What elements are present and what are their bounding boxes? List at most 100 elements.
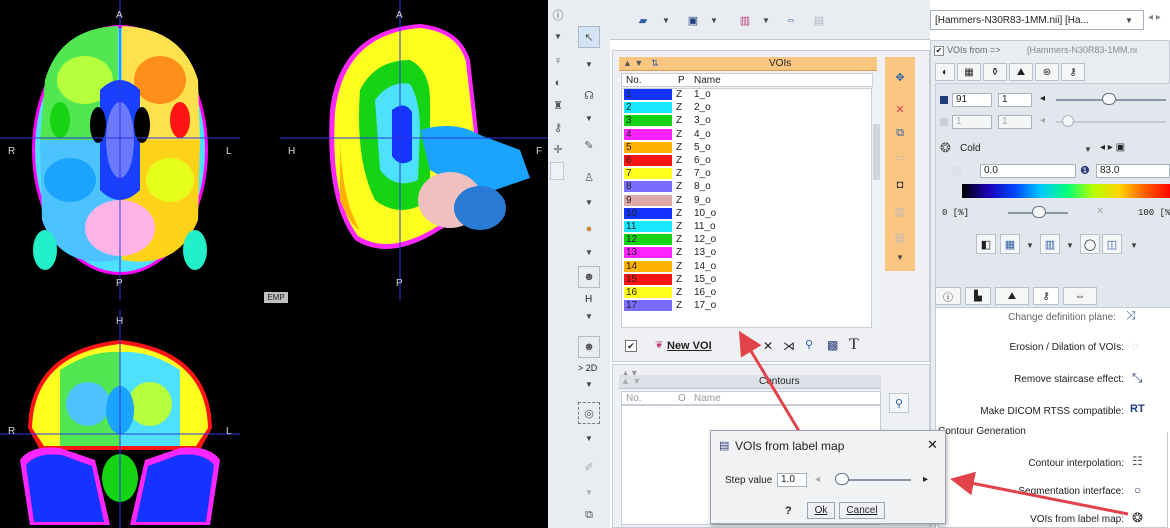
cancel-button[interactable]: Cancel [839,502,885,519]
tab-contrast[interactable]: ◐ [935,63,955,81]
collapse-icon[interactable]: ▲ ▼ [623,58,643,68]
min-value-field[interactable]: 0.0 [980,164,1076,178]
dataset-select[interactable]: [Hammers-N30R83-1MM.nii] [Ha... ▼ [930,10,1144,30]
slider-thumb[interactable] [1102,93,1116,105]
tab-histogram[interactable]: ▙ [965,287,991,305]
col-name[interactable]: Name [694,75,721,86]
colormap-label[interactable]: Cold [960,143,981,154]
tab-group[interactable]: ⊛ [1035,63,1059,81]
cube-icon[interactable]: ⧉ [578,504,600,526]
table-row[interactable]: 3 Z 3_o [622,115,872,127]
chevron-down-icon[interactable]: ▼ [896,253,904,262]
new-voi-button[interactable]: New VOI [667,340,712,352]
target-icon[interactable]: ◎ [578,402,600,424]
step-value-field[interactable]: 1.0 [777,473,807,487]
brain-2d-icon[interactable]: ☻ [578,336,600,358]
chevron-down-icon[interactable]: ▼ [585,312,593,321]
col-no[interactable]: No. [626,393,642,404]
table-row[interactable]: 9 Z 9_o [622,194,872,207]
roi-icon[interactable]: ⚲ [889,393,909,413]
chevron-down-icon[interactable]: ▼ [585,488,593,497]
voi-icon[interactable]: ⚲ [805,338,813,351]
segmentation-icon[interactable]: ○ [1134,483,1141,497]
coronal-view[interactable]: H R L [0,310,240,528]
voi-scrollbar[interactable] [871,88,881,328]
table-icon[interactable]: ▤ [808,9,830,31]
chevron-down-icon[interactable]: ▼ [710,16,718,25]
tab-level[interactable]: ⚱ [983,63,1007,81]
chevron-down-icon[interactable]: ▼ [585,434,593,443]
slider-thumb[interactable] [1062,115,1074,127]
table-row[interactable]: 10 Z 10_o [622,207,872,220]
table-row[interactable]: 6 Z 6_o [622,155,872,167]
layout-icon[interactable]: ▦ [1000,234,1020,254]
value-field-2[interactable]: 1 [998,93,1032,107]
brain-icon[interactable]: ☻ [578,266,600,288]
interpolation-icon[interactable]: ☷ [1132,454,1143,468]
person-icon[interactable]: ♀ [550,50,566,72]
grid-icon[interactable]: ▩ [827,338,838,352]
tab-info[interactable]: ⓘ [935,287,961,305]
table-row[interactable]: 14 Z 14_o [622,260,872,273]
plane-icon[interactable]: ⤨ [1126,308,1136,323]
ok-button[interactable]: Ok [807,502,835,519]
table-row[interactable]: 2 Z 2_o [622,102,872,114]
sphere-icon[interactable]: ● [578,218,600,240]
tab-curves[interactable]: ⛰ [995,287,1029,305]
close-icon[interactable]: ✕ [927,437,938,453]
table-row[interactable]: 13 Z 13_o [622,247,872,259]
table-row[interactable]: 17 Z 17_o [622,300,872,312]
image-viewer[interactable]: A P R L A P H F EMP H R L [0,0,548,528]
key-icon[interactable]: ⚷ [550,116,566,138]
merge-icon[interactable]: ▥ [890,201,910,221]
grid-layout-icon[interactable]: ▥ [1040,234,1060,254]
stamp-icon[interactable]: ♜ [550,94,566,116]
table-row[interactable]: 15 Z 15_o [622,273,872,286]
tab-grid[interactable]: ▦ [957,63,981,81]
save-icon[interactable]: ▣ [682,9,704,31]
max-value-field[interactable]: 83.0 [1096,164,1170,178]
lasso-icon[interactable]: ☊ [578,84,600,106]
voi-table-body[interactable]: 1 Z 1_o 2 Z 2_o 3 Z 3_o 4 Z 4_o 5 Z 5_o 6 Z 6_o 7 Z 7_o 8 Z 8_o… [621,88,873,328]
voi-scroll-thumb[interactable] [873,124,880,180]
open-folder-icon[interactable]: ▰ [632,9,654,31]
pointer-icon[interactable]: ↖ [578,26,600,48]
sort-icon[interactable]: ⇅ [651,58,659,69]
tab-layout-icon[interactable]: ◧ [976,234,996,254]
table-row[interactable]: 8 Z 8_o [622,181,872,193]
crosshair-icon[interactable]: ✛ [550,138,566,160]
brush-icon[interactable]: ✐ [578,456,600,478]
visible-checkbox[interactable]: ✔ [625,340,637,352]
col-no[interactable]: No. [626,75,642,86]
chevron-down-icon[interactable]: ▼ [585,380,593,389]
col-name[interactable]: Name [694,393,721,404]
tab-key[interactable]: ⚷ [1061,63,1085,81]
table-row[interactable]: 1 Z 1_o [622,89,872,101]
value-field-4[interactable]: 1 [998,115,1032,129]
info-icon[interactable]: ⓘ [550,4,566,26]
colormap-nav-icon[interactable]: ◂ ▸ ▣ [1100,142,1125,153]
decrement-icon[interactable]: ◂ [1040,93,1045,104]
chevron-down-icon[interactable]: ▼ [762,16,770,25]
statistics-icon[interactable]: ▥ [734,9,756,31]
table-row[interactable]: 11 Z 11_o [622,221,872,233]
nav-arrows[interactable]: ◂ ▸ [1148,12,1161,23]
help-button[interactable]: ? [785,505,792,517]
col-o[interactable]: O [678,393,686,404]
chevron-down-icon[interactable]: ▼ [662,16,670,25]
chevron-down-icon[interactable]: ▼ [1066,241,1074,250]
compare-icon[interactable]: ◘ [890,175,910,195]
move-voi-icon[interactable]: ✥ [890,67,910,87]
rt-icon[interactable]: RT [1130,403,1145,415]
circle-icon[interactable]: ◯ [1080,234,1100,254]
chevron-down-icon[interactable]: ▼ [1084,145,1092,154]
tab-chart[interactable]: ⛰ [1009,63,1033,81]
fusion-icon[interactable]: ◫ [1102,234,1122,254]
close-icon[interactable]: ✕ [763,339,773,353]
staircase-icon[interactable]: ⤡ [1132,370,1142,386]
contrast-icon[interactable]: ◐ [550,72,566,94]
split-icon[interactable]: ▤ [890,227,910,247]
chevron-down-icon[interactable]: ▼ [585,198,593,207]
erosion-icon[interactable]: ◌ [1132,339,1139,353]
increment-icon[interactable]: ▸ [923,474,928,485]
